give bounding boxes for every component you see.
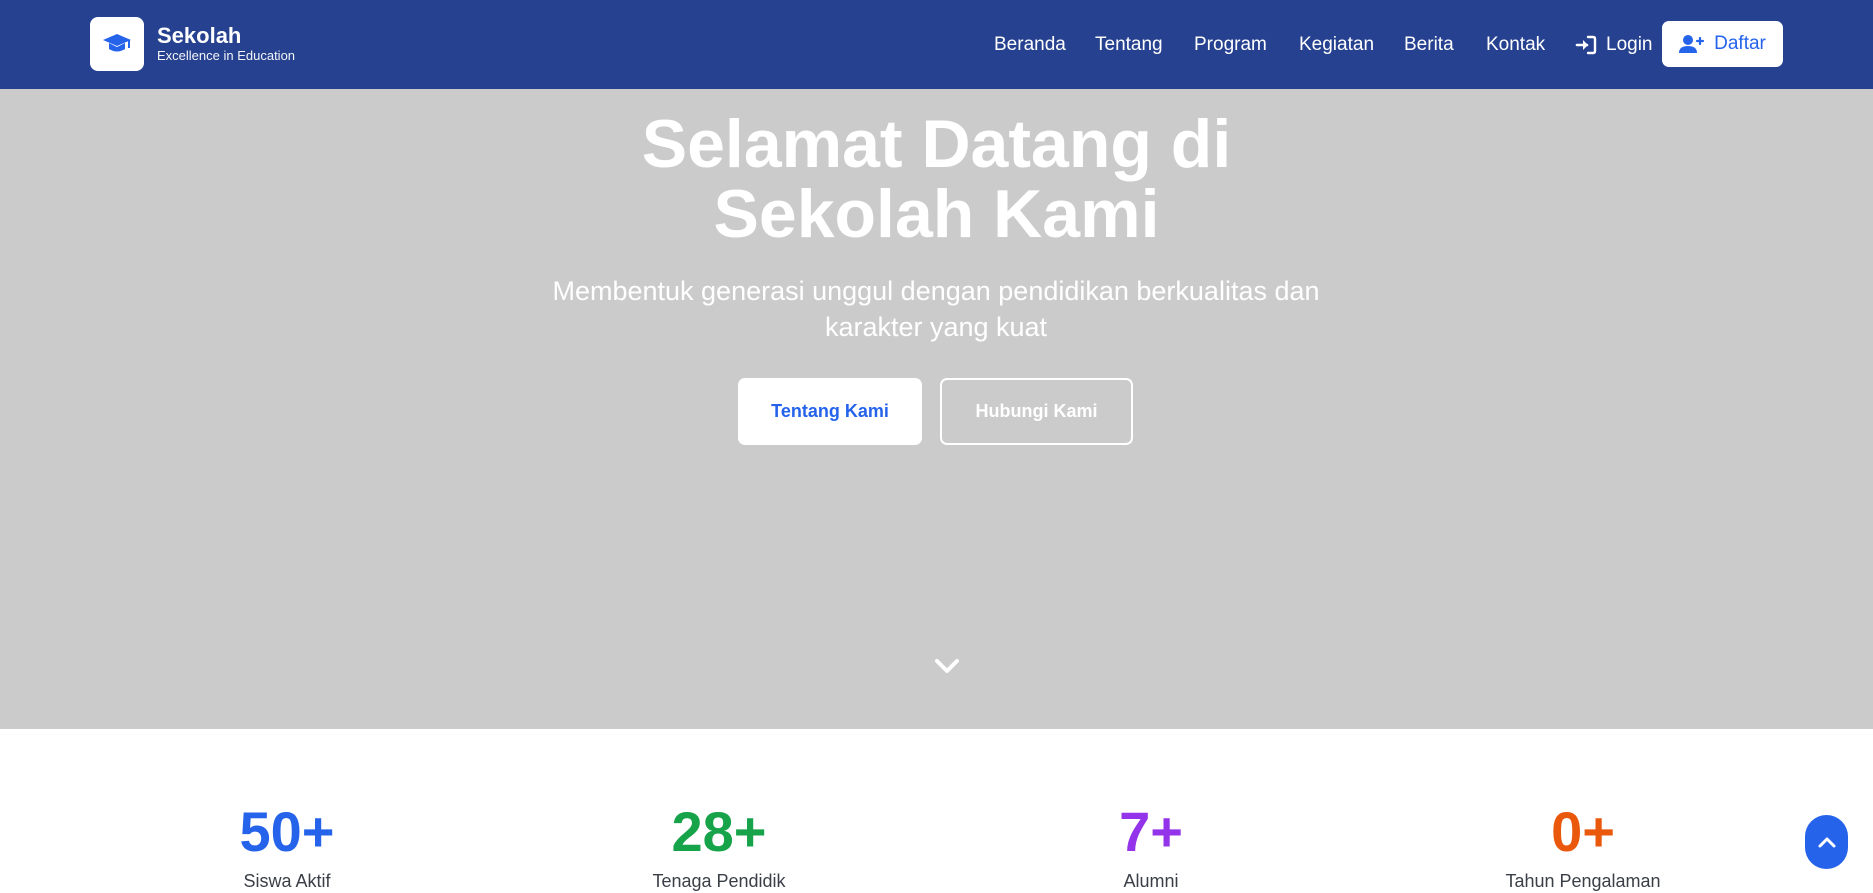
about-us-button[interactable]: Tentang Kami — [738, 378, 922, 445]
hero-title-line1: Selamat Datang di — [641, 106, 1232, 182]
stat-value: 7+ — [1119, 800, 1183, 863]
stat-value: 28+ — [671, 800, 767, 863]
stat-label: Tahun Pengalaman — [1505, 871, 1661, 891]
stat-label: Alumni — [1123, 871, 1179, 891]
login-label: Login — [1606, 34, 1653, 55]
hero-subtitle-line1: Membentuk generasi unggul dengan pendidi… — [552, 276, 1320, 306]
hero-subtitle-line2: karakter yang kuat — [824, 312, 1048, 342]
stat-siswa-aktif: 50+ Siswa Aktif — [137, 798, 437, 892]
nav-item-kegiatan[interactable]: Kegiatan — [1299, 33, 1374, 57]
nav-item-kontak[interactable]: Kontak — [1486, 33, 1545, 57]
hero-section: Selamat Datang di Sekolah Kami Membentuk… — [0, 89, 1873, 729]
stat-label: Siswa Aktif — [243, 871, 331, 891]
logo — [90, 17, 144, 71]
register-label: Daftar — [1714, 33, 1766, 54]
login-link[interactable]: Login — [1575, 33, 1653, 57]
stat-value: 0+ — [1551, 800, 1615, 863]
nav-item-program[interactable]: Program — [1194, 33, 1267, 57]
nav-item-berita[interactable]: Berita — [1404, 33, 1454, 57]
register-button[interactable]: Daftar — [1662, 21, 1783, 67]
contact-us-button[interactable]: Hubungi Kami — [940, 378, 1133, 445]
back-to-top-button[interactable] — [1805, 815, 1848, 869]
brand-name: Sekolah — [157, 23, 242, 48]
sign-in-icon — [1575, 35, 1597, 55]
nav-item-tentang[interactable]: Tentang — [1095, 33, 1163, 57]
brand[interactable]: Sekolah Excellence in Education — [90, 17, 295, 71]
nav-item-beranda[interactable]: Beranda — [994, 33, 1066, 57]
hero-title: Selamat Datang di Sekolah Kami — [0, 109, 1873, 249]
chevron-up-icon — [1818, 837, 1835, 848]
stat-label: Tenaga Pendidik — [652, 871, 786, 891]
graduation-cap-icon — [103, 34, 131, 52]
navbar: Sekolah Excellence in Education Beranda … — [0, 0, 1873, 89]
stat-tenaga-pendidik: 28+ Tenaga Pendidik — [569, 798, 869, 892]
hero-title-line2: Sekolah Kami — [713, 176, 1160, 252]
stat-value: 50+ — [239, 800, 335, 863]
stat-tahun-pengalaman: 0+ Tahun Pengalaman — [1433, 798, 1733, 892]
stat-alumni: 7+ Alumni — [1001, 798, 1301, 892]
brand-tagline: Excellence in Education — [157, 48, 296, 63]
chevron-down-icon[interactable] — [932, 655, 962, 677]
hero-subtitle: Membentuk generasi unggul dengan pendidi… — [536, 273, 1336, 345]
user-plus-icon — [1679, 35, 1705, 53]
